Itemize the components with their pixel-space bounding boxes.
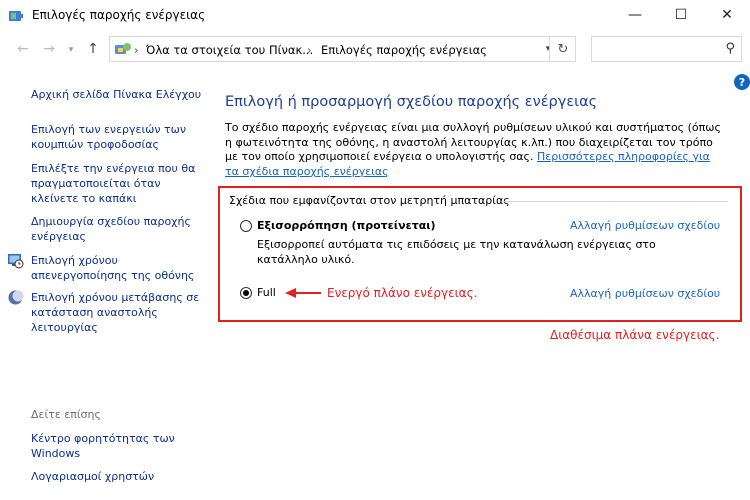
plan-full-radio[interactable]: [240, 287, 252, 299]
breadcrumb-all-items[interactable]: Όλα τα στοιχεία του Πίνακ...: [146, 43, 313, 57]
breadcrumb-separator: ›: [307, 43, 312, 57]
address-bar[interactable]: › Όλα τα στοιχεία του Πίνακ... › Επιλογέ…: [109, 36, 576, 62]
refresh-button[interactable]: ↻: [549, 37, 576, 61]
page-description: Το σχέδιο παροχής ενέργειας είναι μια συ…: [225, 121, 725, 179]
display-clock-icon: [8, 254, 24, 269]
search-input[interactable]: ⚲: [591, 36, 742, 62]
search-icon: ⚲: [725, 41, 735, 56]
annotation-arrow-icon: [285, 288, 321, 298]
chevron-down-icon[interactable]: ▾: [62, 45, 80, 55]
plan-full-change-link[interactable]: Αλλαγή ρυθμίσεων σχεδίου: [570, 287, 720, 300]
sidebar-mobility-center-link[interactable]: Κέντρο φορητότητας των Windows: [31, 431, 196, 461]
plan-balanced-radio[interactable]: [240, 220, 252, 232]
maximize-icon: ☐: [674, 7, 688, 23]
forward-arrow-icon[interactable]: →: [40, 41, 58, 57]
available-plans-annotation: Διαθέσιμα πλάνα ενέργειας.: [550, 328, 720, 342]
help-icon[interactable]: ?: [734, 74, 750, 90]
refresh-icon: ↻: [557, 41, 569, 57]
breadcrumb-power-options[interactable]: Επιλογές παροχής ενέργειας: [321, 43, 487, 57]
close-button[interactable]: ✕: [704, 0, 750, 30]
sidebar-create-plan-link[interactable]: Δημιουργία σχεδίου παροχής ενέργειας: [31, 214, 196, 244]
active-plan-annotation: Ενεργό πλάνο ενέργειας.: [327, 286, 478, 300]
battery-control-panel-icon: [9, 11, 23, 21]
up-arrow-icon[interactable]: ↑: [84, 41, 102, 57]
sidebar-display-off-link[interactable]: Επιλογή χρόνου απενεργοποίησης της οθόνη…: [31, 253, 196, 283]
window-title: Επιλογές παροχής ενέργειας: [32, 8, 206, 22]
sidebar-home-link[interactable]: Αρχική σελίδα Πίνακα Ελέγχου: [31, 87, 206, 102]
back-arrow-icon[interactable]: ←: [14, 41, 32, 57]
breadcrumb-separator: ›: [134, 43, 139, 57]
plan-balanced-description: Εξισορροπεί αυτόματα τις επιδόσεις με τη…: [257, 238, 656, 266]
plans-group-label: Σχέδια που εμφανίζονται στον μετρητή μπα…: [229, 194, 510, 207]
sidebar-sleep-link[interactable]: Επιλογή χρόνου μετάβασης σε κατάσταση αν…: [31, 290, 201, 335]
control-panel-icon: [115, 43, 131, 54]
moon-icon: [8, 290, 24, 305]
title-bar: Επιλογές παροχής ενέργειας — ☐ ✕: [0, 0, 750, 30]
radio-selected-dot: [243, 290, 249, 296]
page-title: Επιλογή ή προσαρμογή σχεδίου παροχής ενέ…: [225, 94, 598, 110]
close-icon: ✕: [721, 7, 733, 23]
minimize-button[interactable]: —: [612, 0, 658, 30]
sidebar-user-accounts-link[interactable]: Λογαριασμοί χρηστών: [31, 469, 206, 484]
sidebar-lid-link[interactable]: Επιλέξτε την ενέργεια που θα πραγματοποι…: [31, 161, 196, 206]
plan-full-name[interactable]: Full: [257, 286, 276, 299]
sidebar-power-buttons-link[interactable]: Επιλογή των ενεργειών των κουμπιών τροφο…: [31, 122, 191, 152]
maximize-button[interactable]: ☐: [658, 0, 704, 30]
plan-balanced-name[interactable]: Εξισορρόπηση (προτείνεται): [257, 219, 436, 232]
plan-balanced-change-link[interactable]: Αλλαγή ρυθμίσεων σχεδίου: [570, 219, 720, 232]
group-divider: [503, 201, 728, 202]
minimize-icon: —: [628, 7, 642, 23]
see-also-heading: Δείτε επίσης: [31, 408, 101, 421]
